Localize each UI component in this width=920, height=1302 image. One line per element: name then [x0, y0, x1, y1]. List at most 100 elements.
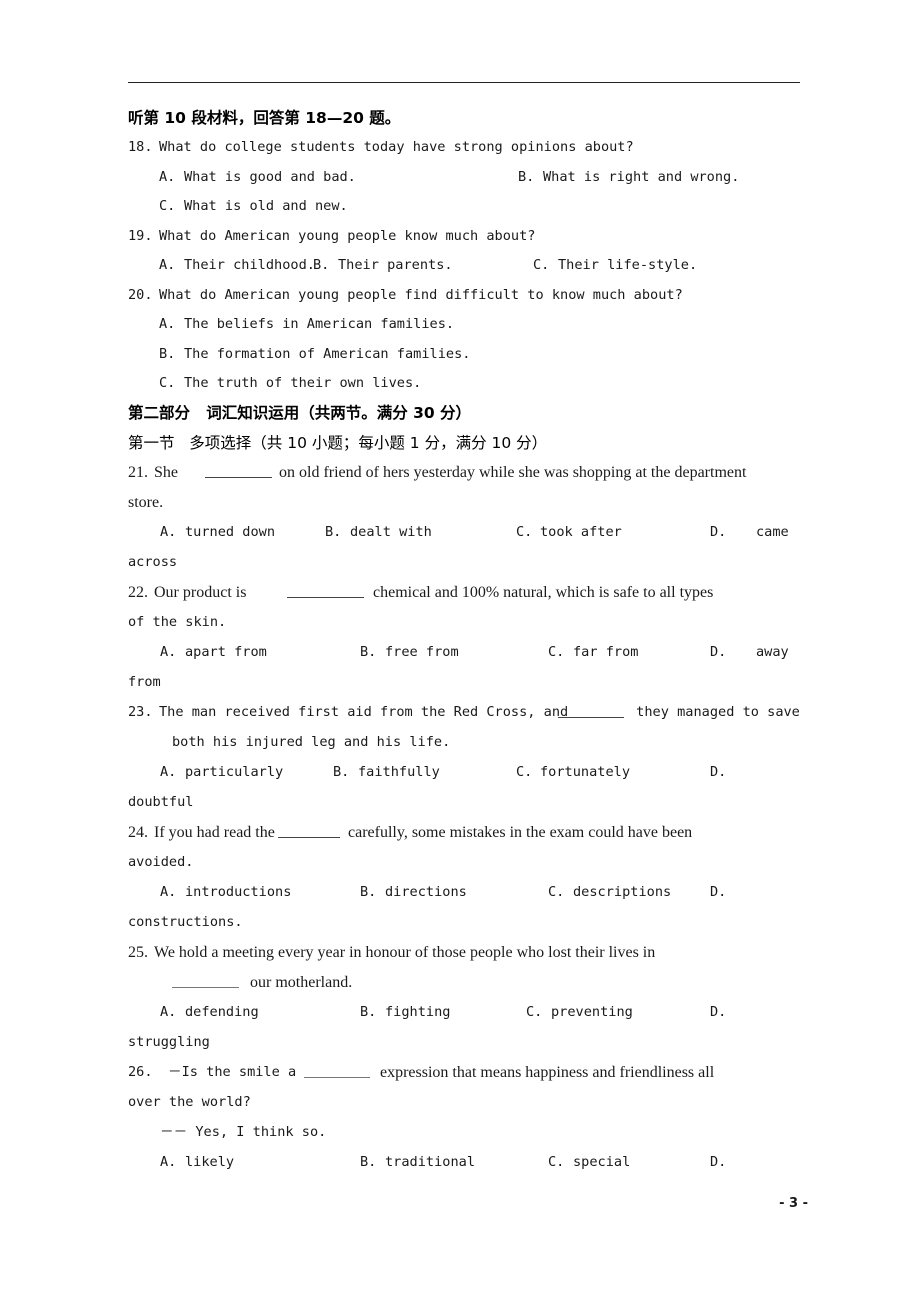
question-19-options-row-1: A. Their childhood. B. Their parents. C.…	[128, 251, 800, 281]
question-24-stem-before: If you had read the	[154, 823, 279, 841]
option-text-a: turned down	[185, 523, 276, 540]
question-21-number: 21.	[128, 463, 148, 481]
answer-blank-22	[287, 596, 364, 598]
question-23-options-wrap-text: doubtful	[128, 793, 194, 810]
option-label-b: B.	[360, 883, 377, 900]
question-18-number: 18.	[128, 139, 153, 155]
question-19-stem: 19. What do American young people know m…	[128, 222, 800, 252]
option-label-c: C.	[533, 257, 550, 273]
question-22-number: 22.	[128, 583, 148, 601]
option-label-a: A.	[160, 643, 177, 660]
page-number: - 3 -	[779, 1196, 808, 1211]
question-24-stem-after: carefully, some mistakes in the exam cou…	[344, 823, 693, 841]
answer-blank-26	[304, 1076, 370, 1078]
option-label-d: D.	[710, 643, 727, 660]
question-24-stem: 24. If you had read the carefully, some …	[128, 818, 800, 848]
question-25-stem-after: our motherland.	[246, 973, 353, 991]
option-text-c: took after	[540, 523, 622, 540]
option-label-b: B.	[518, 168, 535, 185]
option-text-a: The beliefs in American families.	[184, 316, 455, 332]
option-label-d: D.	[710, 523, 727, 540]
question-25-options: A. defending B. fighting C. preventing D…	[128, 998, 800, 1028]
option-text-b: faithfully	[358, 763, 440, 780]
question-25-stem-wrap: our motherland.	[128, 968, 800, 998]
question-22-options-wrap-text: from	[128, 673, 161, 690]
question-20-option-b: B. The formation of American families.	[128, 340, 800, 370]
question-23-stem-after: they managed to save	[628, 703, 800, 720]
option-label-d: D.	[710, 883, 727, 900]
question-20-stem-text: What do American young people find diffi…	[159, 286, 683, 303]
option-label-c: C.	[516, 763, 533, 780]
question-23-stem-wrap: both his injured leg and his life.	[128, 728, 800, 758]
part-two-subsection-heading: 第一节 多项选择（共 10 小题；每小题 1 分，满分 10 分）	[128, 433, 548, 452]
question-26-stem-after: expression that means happiness and frie…	[376, 1063, 715, 1081]
question-24-stem-wrap-text: avoided.	[128, 853, 194, 870]
option-text-b: free from	[385, 643, 459, 660]
question-21-options-wrap-text: across	[128, 553, 178, 570]
option-label-a: A.	[160, 883, 177, 900]
answer-blank-24	[278, 836, 340, 838]
option-text-a: What is good and bad.	[184, 168, 356, 185]
option-text-d: came	[756, 523, 789, 540]
question-20-number: 20.	[128, 286, 153, 303]
question-21-stem: 21. She on old friend of hers yesterday …	[128, 458, 800, 488]
question-25-stem-before: We hold a meeting every year in honour o…	[154, 943, 656, 961]
option-text-a: apart from	[185, 643, 267, 660]
option-text-c: The truth of their own lives.	[184, 375, 422, 391]
exam-paper-page: 听第 10 段材料，回答第 18—20 题。 18. What do colle…	[0, 0, 920, 1302]
option-label-c: C.	[548, 883, 565, 900]
option-label-c: C.	[159, 198, 176, 214]
option-text-b: dealt with	[350, 523, 432, 540]
question-20-stem: 20. What do American young people find d…	[128, 281, 800, 311]
option-label-a: A.	[160, 523, 177, 540]
question-19-stem-text: What do American young people know much …	[159, 227, 536, 244]
option-label-c: C.	[548, 1153, 565, 1170]
question-24-options-wrap: constructions.	[128, 908, 800, 938]
question-22-stem-wrap-text: of the skin.	[128, 613, 227, 630]
option-text-c: preventing	[551, 1003, 633, 1020]
question-22-options-wrap: from	[128, 668, 800, 698]
option-text-b: traditional	[385, 1153, 476, 1170]
option-label-a: A.	[159, 168, 176, 185]
option-label-b: B.	[333, 763, 350, 780]
question-25-number: 25.	[128, 943, 148, 961]
question-25-stem: 25. We hold a meeting every year in hono…	[128, 938, 800, 968]
document-body: 听第 10 段材料，回答第 18—20 题。 18. What do colle…	[128, 104, 800, 1178]
option-text-b: What is right and wrong.	[543, 168, 740, 185]
question-25-options-wrap: struggling	[128, 1028, 800, 1058]
option-label-c: C.	[516, 523, 533, 540]
question-26-stem-wrap-text: over the world?	[128, 1093, 251, 1110]
question-24-stem-wrap: avoided.	[128, 848, 800, 878]
question-21-stem-wrap-text: store.	[128, 493, 164, 511]
question-23-options-wrap: doubtful	[128, 788, 800, 818]
option-label-b: B.	[313, 257, 330, 273]
question-26-stem-before: －Is the smile a	[168, 1063, 305, 1080]
option-text-a: particularly	[185, 763, 284, 780]
option-text-d: away	[756, 643, 789, 660]
option-label-b: B.	[325, 523, 342, 540]
question-18-stem-text: What do college students today have stro…	[159, 139, 634, 155]
option-text-c: descriptions	[573, 883, 672, 900]
answer-blank-21	[205, 476, 272, 478]
question-26-stem: 26. －Is the smile a expression that mean…	[128, 1058, 800, 1088]
part-two-heading: 第二部分 词汇知识运用（共两节。满分 30 分）	[128, 403, 472, 422]
question-21-options: A. turned down B. dealt with C. took aft…	[128, 518, 800, 548]
option-text-a: introductions	[185, 883, 292, 900]
question-25-options-wrap-text: struggling	[128, 1033, 210, 1050]
answer-blank-25	[172, 986, 239, 988]
question-21-stem-wrap: store.	[128, 488, 800, 518]
option-label-c: C.	[548, 643, 565, 660]
option-label-d: D.	[710, 1003, 727, 1020]
question-22-stem-wrap: of the skin.	[128, 608, 800, 638]
option-label-b: B.	[360, 1003, 377, 1020]
answer-blank-23	[558, 716, 624, 718]
question-22-options: A. apart from B. free from C. far from D…	[128, 638, 800, 668]
option-label-b: B.	[360, 1153, 377, 1170]
question-26-reply-text: －－ Yes, I think so.	[160, 1123, 327, 1140]
option-label-b: B.	[360, 643, 377, 660]
option-label-b: B.	[159, 345, 176, 362]
header-rule	[128, 82, 800, 83]
question-22-stem-before: Our product is	[154, 583, 251, 601]
listening-section-heading: 听第 10 段材料，回答第 18—20 题。	[128, 109, 401, 127]
question-20-option-a: A. The beliefs in American families.	[128, 310, 800, 340]
